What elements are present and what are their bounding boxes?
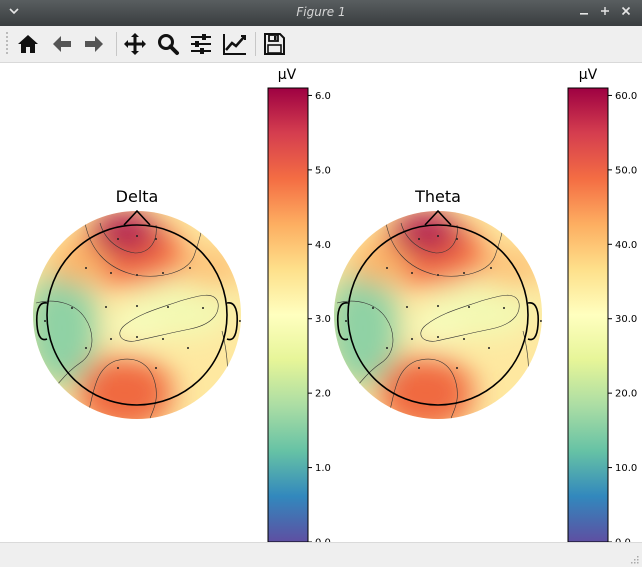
edit-axis-button[interactable] — [221, 30, 249, 58]
topomap-delta — [33, 211, 241, 419]
colorbar-tick-label: 5.0 — [315, 165, 331, 176]
forward-arrow-icon — [85, 36, 103, 52]
colorbar-tick-label: 60.0 — [615, 91, 637, 102]
colorbar-ticks-theta: 0.010.020.030.040.050.060.0 — [608, 91, 637, 542]
colorbar-tick-label: 2.0 — [315, 389, 331, 400]
back-button[interactable] — [48, 30, 76, 58]
toolbar-separator — [255, 32, 256, 56]
toolbar-grip[interactable] — [6, 32, 8, 56]
save-button[interactable] — [260, 30, 288, 58]
topomap-theta — [334, 211, 542, 419]
colorbar-tick-label: 6.0 — [315, 91, 331, 102]
zoom-button[interactable] — [154, 30, 182, 58]
back-arrow-icon — [53, 36, 71, 52]
zoom-icon — [158, 34, 179, 55]
topomap-title-delta: Delta — [116, 187, 159, 206]
pan-button[interactable] — [121, 30, 149, 58]
close-icon[interactable] — [618, 5, 634, 21]
colorbar-tick-label: 30.0 — [615, 314, 637, 325]
colorbar-delta: µV 0.01.02.03.04.05.06.0 — [267, 67, 331, 542]
window-titlebar: Figure 1 — [0, 0, 642, 26]
subplots-config-button[interactable] — [187, 30, 215, 58]
pan-icon — [124, 33, 146, 55]
colorbar-tick-label: 40.0 — [615, 240, 637, 251]
figure-canvas[interactable]: Delta µV 1.0 2.0 3.0 4.0 5.0 6.0 Theta µ… — [0, 63, 642, 542]
colorbar-tick-label: 4.0 — [315, 240, 331, 251]
window-title: Figure 1 — [296, 5, 346, 19]
home-button[interactable] — [14, 30, 42, 58]
resize-grip-icon[interactable] — [629, 554, 639, 564]
colorbar-ticks-delta: 0.01.02.03.04.05.06.0 — [308, 91, 331, 542]
save-icon — [264, 33, 285, 55]
navigation-toolbar — [0, 26, 642, 63]
colorbar-tick-label: 3.0 — [315, 314, 331, 325]
figure-svg: Delta µV 1.02.03.04.05.06.0 Theta µV 10.… — [33, 67, 637, 542]
status-bar — [0, 542, 642, 567]
colorbar-theta: µV 0.010.020.030.040.050.060.0 — [567, 67, 637, 542]
maximize-icon[interactable] — [597, 5, 613, 21]
edit-axis-icon — [223, 34, 246, 55]
colorbar-label-theta: µV — [579, 67, 598, 83]
toolbar-separator — [116, 32, 117, 56]
colorbar-tick-label: 50.0 — [615, 165, 637, 176]
colorbar-label-delta: µV — [278, 67, 297, 83]
colorbar-tick-label: 10.0 — [615, 463, 637, 474]
forward-button[interactable] — [80, 30, 108, 58]
colorbar-tick-label: 1.0 — [315, 463, 331, 474]
home-icon — [18, 35, 38, 53]
topomap-title-theta: Theta — [414, 187, 461, 206]
subplots-config-icon — [191, 34, 211, 54]
minimize-icon[interactable] — [576, 5, 592, 21]
colorbar-tick-label: 20.0 — [615, 389, 637, 400]
